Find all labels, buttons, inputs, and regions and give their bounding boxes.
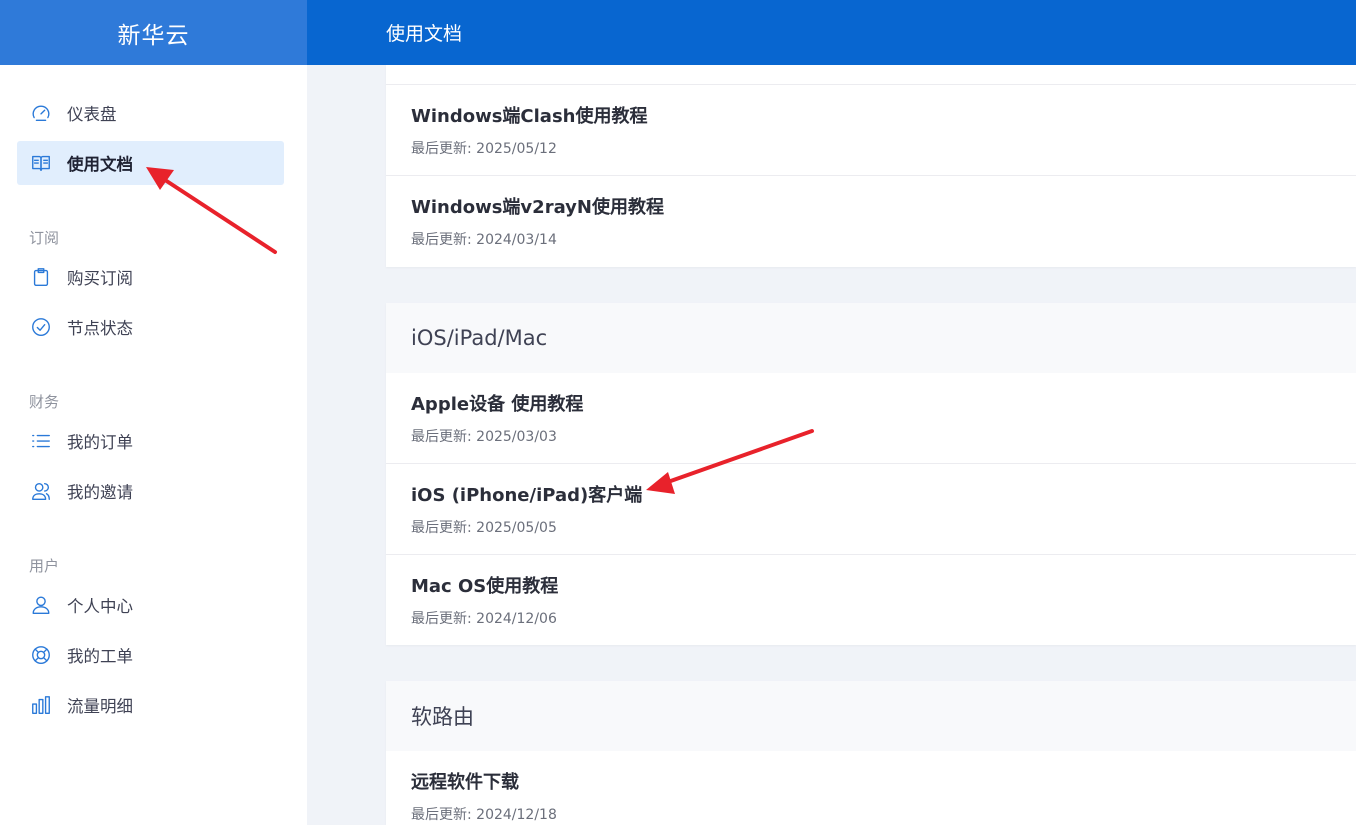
sidebar-item-my-invites[interactable]: 我的邀请: [17, 469, 284, 513]
top-bar: 使用文档: [307, 0, 1356, 65]
docs-card-apple: iOS/iPad/Mac Apple设备 使用教程 最后更新: 2025/03/…: [386, 303, 1356, 645]
doc-updated-date: 最后更新: 2025/05/12: [411, 141, 557, 157]
dashboard-icon: [30, 102, 52, 124]
doc-item[interactable]: Mac OS使用教程 最后更新: 2024/12/06: [386, 555, 1356, 646]
doc-title: Mac OS使用教程: [411, 576, 559, 597]
sidebar-item-tickets[interactable]: 我的工单: [17, 633, 284, 677]
sidebar: 仪表盘 使用文档 订阅 购买订阅 节点状态 财务 我的订单 我的邀请 用户 个人…: [0, 65, 307, 825]
sidebar-item-label: 我的邀请: [67, 483, 133, 502]
sidebar-item-label: 个人中心: [67, 597, 133, 616]
doc-title: 远程软件下载: [411, 772, 519, 793]
category-header: iOS/iPad/Mac: [386, 303, 1356, 373]
docs-card-router: 软路由 远程软件下载 最后更新: 2024/12/18: [386, 681, 1356, 825]
doc-updated-date: 最后更新: 2024/12/18: [411, 807, 557, 823]
doc-item[interactable]: Windows端Clash使用教程 最后更新: 2025/05/12: [386, 85, 1356, 176]
doc-updated-date: 最后更新: 2025/05/05: [411, 520, 557, 536]
sidebar-item-dashboard[interactable]: 仪表盘: [17, 91, 284, 135]
clipboard-icon: [30, 266, 52, 288]
doc-title: Windows端Clash使用教程: [411, 106, 648, 127]
section-title-user: 用户: [29, 557, 60, 575]
doc-item[interactable]: Windows端v2rayN使用教程 最后更新: 2024/03/14: [386, 176, 1356, 267]
doc-updated-date: 最后更新: 2024/03/14: [411, 232, 557, 248]
user-icon: [30, 594, 52, 616]
section-title-finance: 财务: [29, 393, 60, 411]
doc-updated-date: 最后更新: 2025/03/03: [411, 429, 557, 445]
doc-item[interactable]: 远程软件下载 最后更新: 2024/12/18: [386, 751, 1356, 825]
sidebar-item-profile[interactable]: 个人中心: [17, 583, 284, 627]
users-icon: [30, 480, 52, 502]
sidebar-item-label: 我的订单: [67, 433, 133, 452]
section-title-subscription: 订阅: [29, 229, 60, 247]
sidebar-item-label: 使用文档: [67, 155, 133, 174]
doc-item[interactable]: Apple设备 使用教程 最后更新: 2025/03/03: [386, 373, 1356, 464]
sidebar-item-my-orders[interactable]: 我的订单: [17, 419, 284, 463]
sidebar-item-label: 购买订阅: [67, 269, 133, 288]
sidebar-item-label: 仪表盘: [67, 105, 117, 124]
bar-chart-icon: [30, 694, 52, 716]
docs-card-windows: Windows端Clash使用教程 最后更新: 2025/05/12 Windo…: [386, 65, 1356, 267]
sidebar-item-label: 流量明细: [67, 697, 133, 716]
book-icon: [30, 152, 52, 174]
doc-title: iOS (iPhone/iPad)客户端: [411, 485, 643, 506]
lifebuoy-icon: [30, 644, 52, 666]
sidebar-item-traffic[interactable]: 流量明细: [17, 683, 284, 727]
list-icon: [30, 430, 52, 452]
category-header: 软路由: [386, 681, 1356, 751]
sidebar-item-label: 节点状态: [67, 319, 133, 338]
doc-item[interactable]: iOS (iPhone/iPad)客户端 最后更新: 2025/05/05: [386, 464, 1356, 555]
sidebar-item-label: 我的工单: [67, 647, 133, 666]
doc-title: Apple设备 使用教程: [411, 394, 584, 415]
sidebar-item-buy-subscription[interactable]: 购买订阅: [17, 255, 284, 299]
page-title: 使用文档: [386, 23, 463, 45]
doc-title: Windows端v2rayN使用教程: [411, 197, 664, 218]
check-circle-icon: [30, 316, 52, 338]
sidebar-item-node-status[interactable]: 节点状态: [17, 305, 284, 349]
sidebar-item-docs[interactable]: 使用文档: [17, 141, 284, 185]
brand-logo[interactable]: 新华云: [0, 0, 307, 65]
doc-updated-date: 最后更新: 2024/12/06: [411, 611, 557, 627]
